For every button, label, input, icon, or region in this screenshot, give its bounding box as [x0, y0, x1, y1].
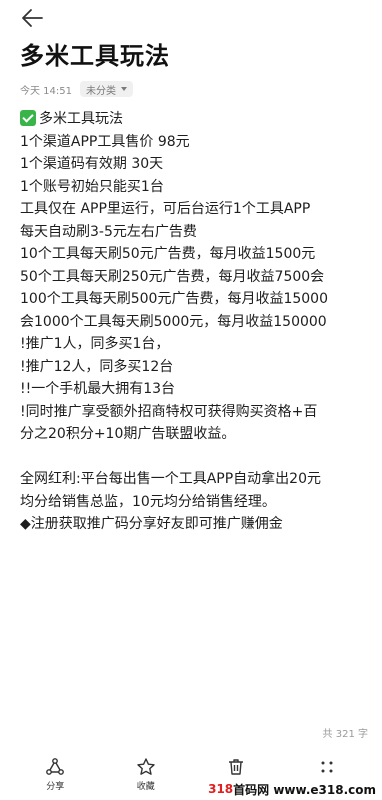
note-line: 50个工具每天刷250元广告费，每月收益7500会: [20, 268, 325, 285]
checkmark-emoji-icon: [20, 110, 36, 126]
site-watermark: 318 首码网 www.e318.com: [198, 778, 382, 800]
trash-icon: [229, 758, 244, 775]
note-line: 100个工具每天刷500元广告费，每月收益15000: [20, 291, 328, 307]
favorite-label: 收藏: [136, 781, 155, 792]
back-button[interactable]: [18, 6, 46, 30]
arrow-left-icon: [22, 9, 43, 27]
more-dots-icon: [321, 761, 333, 772]
note-line: 会1000个工具每天刷5000元，每月收益150000: [20, 313, 327, 330]
share-icon: [46, 757, 65, 775]
share-label: 分享: [46, 781, 65, 792]
note-line: 分之20积分+10期广告联盟收益。: [20, 426, 236, 442]
category-dropdown[interactable]: 未分类: [80, 81, 133, 97]
watermark-site: 首码网 www.e318.com: [233, 782, 376, 797]
category-label: 未分类: [86, 85, 116, 97]
note-line: !推广12人，同多买12台: [20, 358, 174, 375]
note-line: ◆注册获取推广码分享好友即可推广赚佣金: [20, 516, 283, 532]
note-line: 工具仅在 APP里运行，可后台运行1个工具APP: [20, 201, 311, 217]
note-line: !推广1人，同多买1台，: [20, 336, 170, 352]
note-line: 1个渠道APP工具售价 98元: [20, 133, 190, 150]
favorite-button[interactable]: 收藏: [121, 757, 171, 792]
note-line: !!一个手机最大拥有13台: [20, 381, 176, 397]
note-title: 多米工具玩法: [20, 42, 170, 70]
chevron-down-icon: [121, 87, 127, 91]
note-line: 多米工具玩法: [20, 108, 368, 131]
note-line: 10个工具每天刷50元广告费，每月收益1500元: [20, 246, 316, 262]
character-count: 共 321 字: [322, 729, 368, 740]
note-line: !同时推广享受额外招商特权可获得购买资格+百: [20, 403, 318, 420]
note-line: 1个渠道码有效期 30天: [20, 156, 164, 172]
note-line: 全网红利:平台每出售一个工具APP自动拿出20元: [20, 471, 321, 487]
note-line: 均分给销售总监，10元均分给销售经理。: [20, 493, 276, 510]
note-timestamp: 今天 14:51: [20, 85, 72, 97]
share-button[interactable]: 分享: [30, 757, 80, 792]
note-line: 1个账号初始只能买1台: [20, 178, 164, 195]
note-body[interactable]: 多米工具玩法 1个渠道APP工具售价 98元 1个渠道码有效期 30天 1个账号…: [20, 108, 368, 536]
watermark-prefix: 318: [208, 782, 234, 796]
note-meta: 今天 14:51 未分类: [20, 80, 133, 98]
star-icon: [137, 757, 155, 775]
note-line: 每天自动刷3-5元左右广告费: [20, 223, 197, 240]
